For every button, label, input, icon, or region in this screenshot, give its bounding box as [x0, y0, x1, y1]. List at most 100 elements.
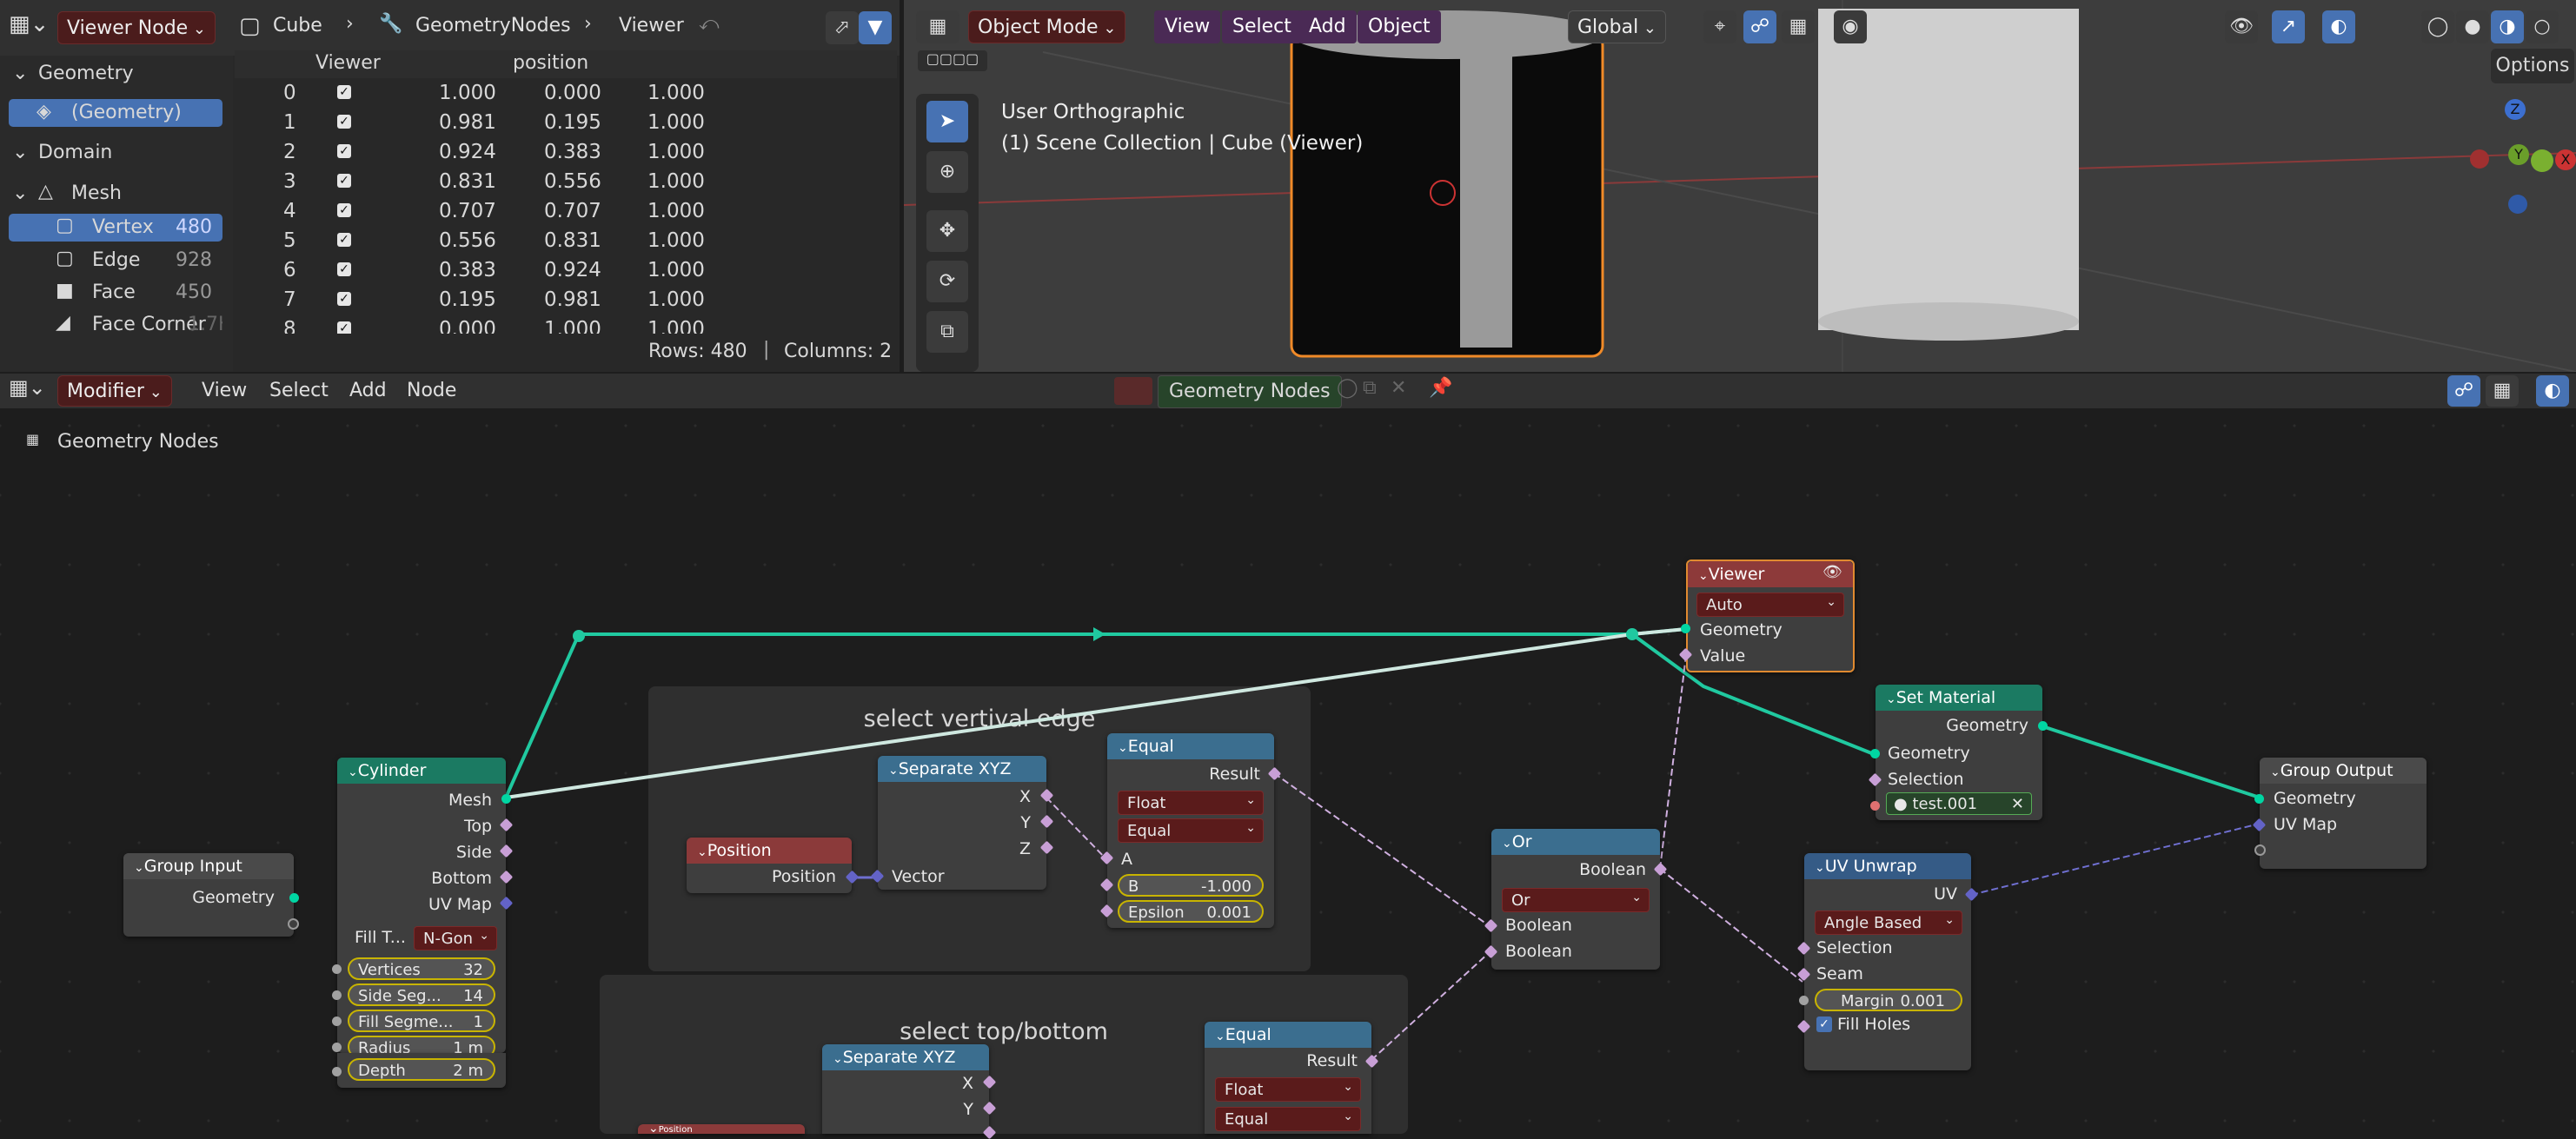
gizmo-icon[interactable]: ↗ [2272, 10, 2305, 43]
margin-socket[interactable] [1799, 996, 1809, 1005]
side-segments-field[interactable]: Side Seg... 14 [348, 983, 495, 1006]
pivot-icon[interactable]: ⌖ [1703, 10, 1736, 43]
operation-select[interactable]: Equal [1215, 1104, 1361, 1131]
fill-holes-checkbox[interactable]: ✓ [1816, 1016, 1832, 1032]
node-equal[interactable]: Equal Result Float Equal A B-1.000 Epsil… [1099, 733, 1282, 928]
node-equal-2[interactable]: Equal Result Float Equal [1205, 1022, 1379, 1134]
socket-label: X [1019, 787, 1031, 806]
eye-icon[interactable]: 👁 [1822, 563, 1842, 581]
node-uv-unwrap[interactable]: UV Unwrap UV Angle Based Selection Seam … [1796, 853, 1979, 1070]
collapse-icon[interactable]: ⌄ [12, 182, 28, 204]
epsilon-field[interactable]: Epsilon 0.001 [1118, 900, 1264, 923]
fill-type-select[interactable]: N-Gon [414, 924, 497, 950]
breadcrumb-object[interactable]: Cube [273, 15, 322, 36]
pin-icon[interactable]: ⤺ [699, 13, 720, 35]
data-type-select[interactable]: Float [1118, 788, 1264, 815]
side-segments-socket[interactable] [332, 990, 342, 1000]
operation-select[interactable]: Equal [1118, 816, 1264, 843]
mesh-socket[interactable] [501, 794, 511, 804]
material-shading-icon[interactable]: ◑ [2491, 10, 2524, 43]
snap-icon[interactable]: ☍ [1743, 10, 1776, 43]
empty-socket[interactable] [2254, 844, 2266, 856]
breadcrumb-modifier[interactable]: GeometryNodes [415, 15, 571, 36]
domain-select[interactable]: Auto [1696, 590, 1844, 617]
gizmo-neg-z[interactable] [2508, 195, 2527, 214]
geometry-socket[interactable] [1681, 624, 1690, 633]
editor-type-icon[interactable]: ▦⌄ [9, 11, 49, 44]
data-type-select[interactable]: Float [1215, 1075, 1361, 1102]
toolbar: ➤ ⊕ ✥ ⟳ ⧉ [916, 94, 979, 372]
fill-segments-socket[interactable] [332, 1016, 342, 1026]
select-menu[interactable]: Select [1222, 10, 1302, 43]
view-menu[interactable]: View [1154, 10, 1221, 43]
scale-icon[interactable]: ⧉ [926, 311, 968, 353]
wireframe-shading-icon[interactable]: ◯ [2421, 10, 2454, 43]
depth-field[interactable]: Depth 2 m [348, 1058, 495, 1081]
node-separate-xyz-2[interactable]: Separate XYZ X Y [822, 1044, 997, 1139]
solid-shading-icon[interactable]: ● [2456, 10, 2489, 43]
transform-orientation-dropdown[interactable]: Global [1568, 10, 1666, 43]
viewer-node-dropdown[interactable]: Viewer Node [57, 11, 216, 44]
material-field[interactable]: ● test.001 ✕ [1886, 792, 2032, 815]
select-mode-icons[interactable]: ▢▢▢▢ [918, 50, 987, 71]
vertices-field[interactable]: Vertices 32 [348, 957, 495, 980]
geometry-out-socket[interactable] [2038, 721, 2048, 731]
gizmo-y[interactable]: Y [2508, 144, 2529, 165]
domain-face-corner[interactable]: ◢ Face Corner 1.7K [9, 311, 222, 339]
node-cylinder[interactable]: Cylinder Mesh Top Side Bottom UV Map Fil… [332, 758, 514, 1058]
gizmo-neg-y[interactable] [2531, 149, 2553, 172]
add-menu[interactable]: Add [1298, 10, 1357, 43]
operation-select[interactable]: Or [1502, 885, 1650, 912]
gizmo-z[interactable]: Z [2505, 99, 2526, 120]
select-box-icon[interactable]: ➤ [926, 101, 968, 142]
material-socket[interactable] [1870, 801, 1880, 811]
domain-face[interactable]: ■ Face 450 [9, 279, 222, 307]
geometry-socket[interactable] [289, 893, 299, 903]
node-cylinder-depth[interactable]: Depth 2 m [332, 1053, 506, 1088]
filter-icon[interactable]: ▼ [859, 11, 892, 44]
b-field[interactable]: B -1.000 [1118, 874, 1264, 897]
vertices-socket[interactable] [332, 964, 342, 974]
node-editor[interactable]: ▦⌄ Modifier View Select Add Node Geometr… [0, 374, 2576, 1139]
geometry-item[interactable]: ◈ (Geometry) [9, 99, 222, 127]
margin-field[interactable]: Margin 0.001 [1815, 989, 1962, 1011]
clear-icon[interactable]: ✕ [2011, 793, 2024, 816]
radius-socket[interactable] [332, 1043, 342, 1052]
empty-socket[interactable] [288, 918, 299, 930]
geometry-in-socket[interactable] [1870, 749, 1880, 758]
node-position[interactable]: Position Position [687, 838, 860, 893]
node-separate-xyz[interactable]: Separate XYZ X Y Z Vector [870, 756, 1054, 890]
editor-type-icon[interactable]: ▦ [916, 10, 959, 43]
rendered-shading-icon[interactable]: ○ [2526, 10, 2559, 43]
move-icon[interactable]: ✥ [926, 210, 968, 252]
3d-viewport[interactable]: ▦ Object Mode View Select Add Object Glo… [904, 0, 2576, 372]
object-menu[interactable]: Object [1358, 10, 1441, 43]
node-group-output[interactable]: Group Output Geometry UV Map [2252, 758, 2427, 869]
proportional-edit-icon[interactable]: ◉ [1834, 10, 1867, 43]
geometry-socket[interactable] [2254, 794, 2264, 804]
gizmo-x[interactable]: X [2555, 149, 2576, 170]
domain-edge[interactable]: ▢ Edge 928 [9, 247, 222, 275]
options-button[interactable]: Options [2491, 49, 2574, 83]
node-viewer[interactable]: Viewer 👁 Auto Geometry Value [1678, 560, 1855, 672]
overlay-icon[interactable]: ◐ [2322, 10, 2355, 43]
fill-segments-field[interactable]: Fill Segme... 1 [348, 1010, 495, 1032]
collapse-icon[interactable]: ⌄ [12, 63, 28, 84]
snap-target-icon[interactable]: ▦ [1782, 10, 1815, 43]
breadcrumb-viewer[interactable]: Viewer [619, 15, 684, 36]
cursor-icon[interactable]: ⊕ [926, 151, 968, 193]
node-position-2[interactable]: Position [638, 1124, 805, 1134]
gizmo-neg-x[interactable] [2470, 149, 2489, 169]
rotate-icon[interactable]: ⟳ [926, 261, 968, 302]
visibility-icon[interactable]: 👁 [2225, 10, 2258, 43]
navigation-gizmo[interactable]: Z Y X [2470, 96, 2576, 226]
selected-only-icon[interactable]: ⬀ [826, 11, 859, 44]
method-select[interactable]: Angle Based [1815, 908, 1962, 935]
node-or[interactable]: Or Boolean Or Boolean Boolean [1484, 829, 1668, 970]
collapse-icon[interactable]: ⌄ [12, 142, 28, 163]
mode-dropdown[interactable]: Object Mode [968, 10, 1126, 43]
domain-vertex[interactable]: ▢ Vertex 480 [9, 214, 222, 242]
node-group-input[interactable]: Group Input Geometry [123, 853, 299, 937]
node-set-material[interactable]: Set Material Geometry Geometry Selection… [1868, 685, 2048, 820]
depth-socket[interactable] [332, 1067, 342, 1076]
